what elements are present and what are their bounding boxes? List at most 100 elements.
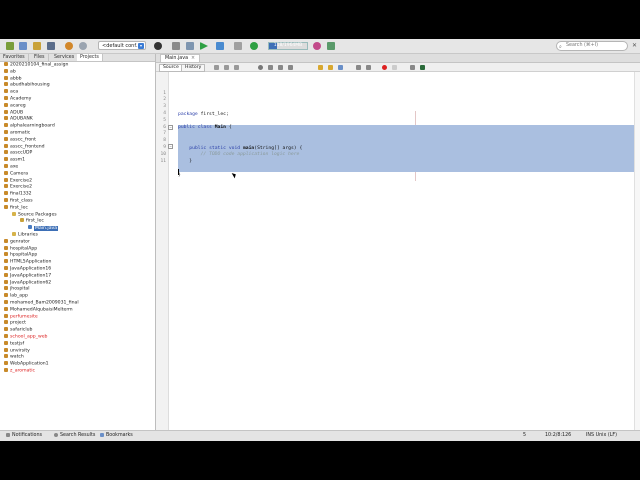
tree-item[interactable]: first_lec — [20, 218, 44, 225]
profile-dropdown-icon[interactable] — [250, 42, 258, 50]
project-icon — [4, 320, 8, 325]
fold-class-icon[interactable]: − — [168, 125, 173, 130]
start-macro-icon[interactable] — [382, 64, 387, 70]
tree-item[interactable]: Exercise2 — [4, 184, 32, 191]
tree-item[interactable]: ADUBANK — [4, 116, 33, 123]
gc-icon[interactable] — [313, 42, 321, 50]
file-tab-main-java[interactable]: Main.java × — [160, 54, 201, 62]
tree-item[interactable]: final1332 — [4, 191, 32, 198]
previous-bookmark-icon[interactable] — [318, 64, 323, 70]
editor-scrollbar[interactable] — [634, 72, 640, 430]
close-icon[interactable]: ✕ — [632, 42, 637, 49]
find-next-icon[interactable] — [278, 64, 283, 70]
redo-icon[interactable] — [79, 42, 87, 50]
tree-item[interactable]: assccUDP — [4, 150, 32, 157]
toggle-highlight-icon[interactable] — [288, 64, 293, 70]
tree-item[interactable]: Main.java — [28, 225, 59, 232]
tree-item[interactable]: unvirsity — [4, 347, 30, 355]
tree-item[interactable]: JavaApplication17 — [4, 272, 51, 280]
open-project-icon[interactable] — [33, 42, 41, 50]
tree-item[interactable]: abbb — [4, 75, 22, 83]
clean-build-icon[interactable] — [186, 42, 194, 50]
globe-icon[interactable] — [154, 42, 162, 50]
code-line[interactable]: package first_lec; — [178, 112, 229, 119]
tree-item[interactable]: 2020210104_final_assign — [4, 62, 68, 69]
tree-item[interactable]: acareg — [4, 102, 26, 110]
forward-icon[interactable] — [234, 64, 239, 70]
tree-item[interactable]: Exercise2 — [4, 177, 32, 185]
stop-macro-icon[interactable] — [392, 64, 397, 70]
uncomment-icon[interactable] — [420, 64, 425, 70]
tree-item[interactable]: JavaApplication62 — [4, 279, 51, 287]
tree-item[interactable]: ab — [4, 68, 16, 76]
find-icon[interactable] — [258, 64, 263, 70]
tree-item[interactable]: hpspitalApp — [4, 252, 37, 259]
hammer-icon[interactable] — [172, 42, 180, 50]
tree-item[interactable]: assm1 — [4, 157, 25, 164]
tree-item[interactable]: hospitalApp — [4, 245, 37, 253]
gc-settings-icon[interactable] — [327, 42, 335, 50]
undo-icon[interactable] — [65, 42, 73, 50]
code-line[interactable]: } — [178, 159, 192, 166]
fold-method-icon[interactable]: − — [168, 144, 173, 149]
tree-item[interactable]: safariclub — [4, 327, 32, 334]
tree-item[interactable]: project — [4, 320, 26, 327]
tree-item[interactable]: asscc_frontend — [4, 143, 45, 151]
tab-projects[interactable]: Projects — [77, 54, 103, 61]
tree-item[interactable]: Source Packages — [12, 211, 57, 219]
bookmarks-button[interactable]: Bookmarks — [100, 431, 133, 441]
code-line[interactable]: // TODO code application logic here — [178, 152, 300, 159]
tree-item[interactable]: axe — [4, 164, 18, 171]
tree-item[interactable]: z_aromatic — [4, 368, 35, 375]
close-tab-icon[interactable]: × — [191, 56, 195, 61]
tree-item[interactable]: aca — [4, 89, 18, 96]
code-line[interactable]: public class Main { — [178, 125, 232, 132]
profile-icon[interactable] — [234, 42, 242, 50]
toggle-bookmark-icon[interactable] — [338, 64, 343, 70]
tree-item[interactable]: first_class — [4, 198, 33, 205]
tree-item[interactable]: aromatic — [4, 130, 30, 137]
new-project-icon[interactable] — [6, 42, 14, 50]
tab-favorites[interactable]: Favorites — [0, 54, 29, 61]
tree-item[interactable]: alphalearningboard — [4, 123, 55, 130]
next-bookmark-icon[interactable] — [328, 64, 333, 70]
save-all-icon[interactable] — [47, 42, 55, 50]
tree-item[interactable]: perfumesite — [4, 313, 38, 321]
last-edit-icon[interactable] — [214, 64, 219, 70]
tree-item[interactable]: HTML5Application — [4, 259, 51, 266]
tree-item[interactable]: Academy — [4, 96, 31, 103]
shift-left-icon[interactable] — [356, 64, 361, 70]
tree-item[interactable]: JavaApplication16 — [4, 266, 51, 273]
search-results-button[interactable]: Search Results — [54, 431, 95, 441]
tree-item[interactable]: MohamedAlqubaisiMelterm — [4, 306, 73, 314]
tab-source[interactable]: Source — [159, 64, 183, 72]
tree-item[interactable]: mohamed_Bam2009031_final — [4, 300, 79, 307]
tree-item[interactable]: testjsf — [4, 340, 24, 348]
tree-item[interactable]: ADUB — [4, 109, 23, 117]
memory-usage-bar[interactable]: 118/1964MB — [268, 42, 308, 50]
tree-item[interactable]: school_app_web — [4, 334, 47, 341]
search-input[interactable]: ⌕ Search (⌘+I) — [556, 41, 628, 51]
configuration-select[interactable]: <default conf... ▾ — [98, 41, 146, 50]
tree-item[interactable]: genrator — [4, 238, 30, 246]
new-file-icon[interactable] — [19, 42, 27, 50]
run-icon[interactable] — [200, 42, 208, 50]
notifications-button[interactable]: Notifications — [6, 431, 42, 441]
back-icon[interactable] — [224, 64, 229, 70]
tree-item[interactable]: lab_app — [4, 293, 28, 300]
tree-item[interactable]: Camera — [4, 170, 28, 178]
debug-icon[interactable] — [216, 42, 224, 50]
find-previous-icon[interactable] — [268, 64, 273, 70]
tree-item[interactable]: abudhabihousing — [4, 82, 50, 89]
tree-item[interactable]: watch — [4, 354, 24, 361]
tree-item[interactable]: first_lec — [4, 204, 28, 212]
tab-services[interactable]: Services — [51, 54, 79, 61]
shift-right-icon[interactable] — [366, 64, 371, 70]
tab-files[interactable]: Files — [31, 54, 49, 61]
tree-item[interactable]: jhospital — [4, 286, 29, 293]
tree-item[interactable]: WebApplication1 — [4, 361, 49, 368]
comment-icon[interactable] — [410, 64, 415, 70]
tree-item[interactable]: asscc_front — [4, 136, 36, 144]
tab-history[interactable]: History — [181, 64, 206, 72]
tree-item[interactable]: Libraries — [12, 232, 38, 239]
